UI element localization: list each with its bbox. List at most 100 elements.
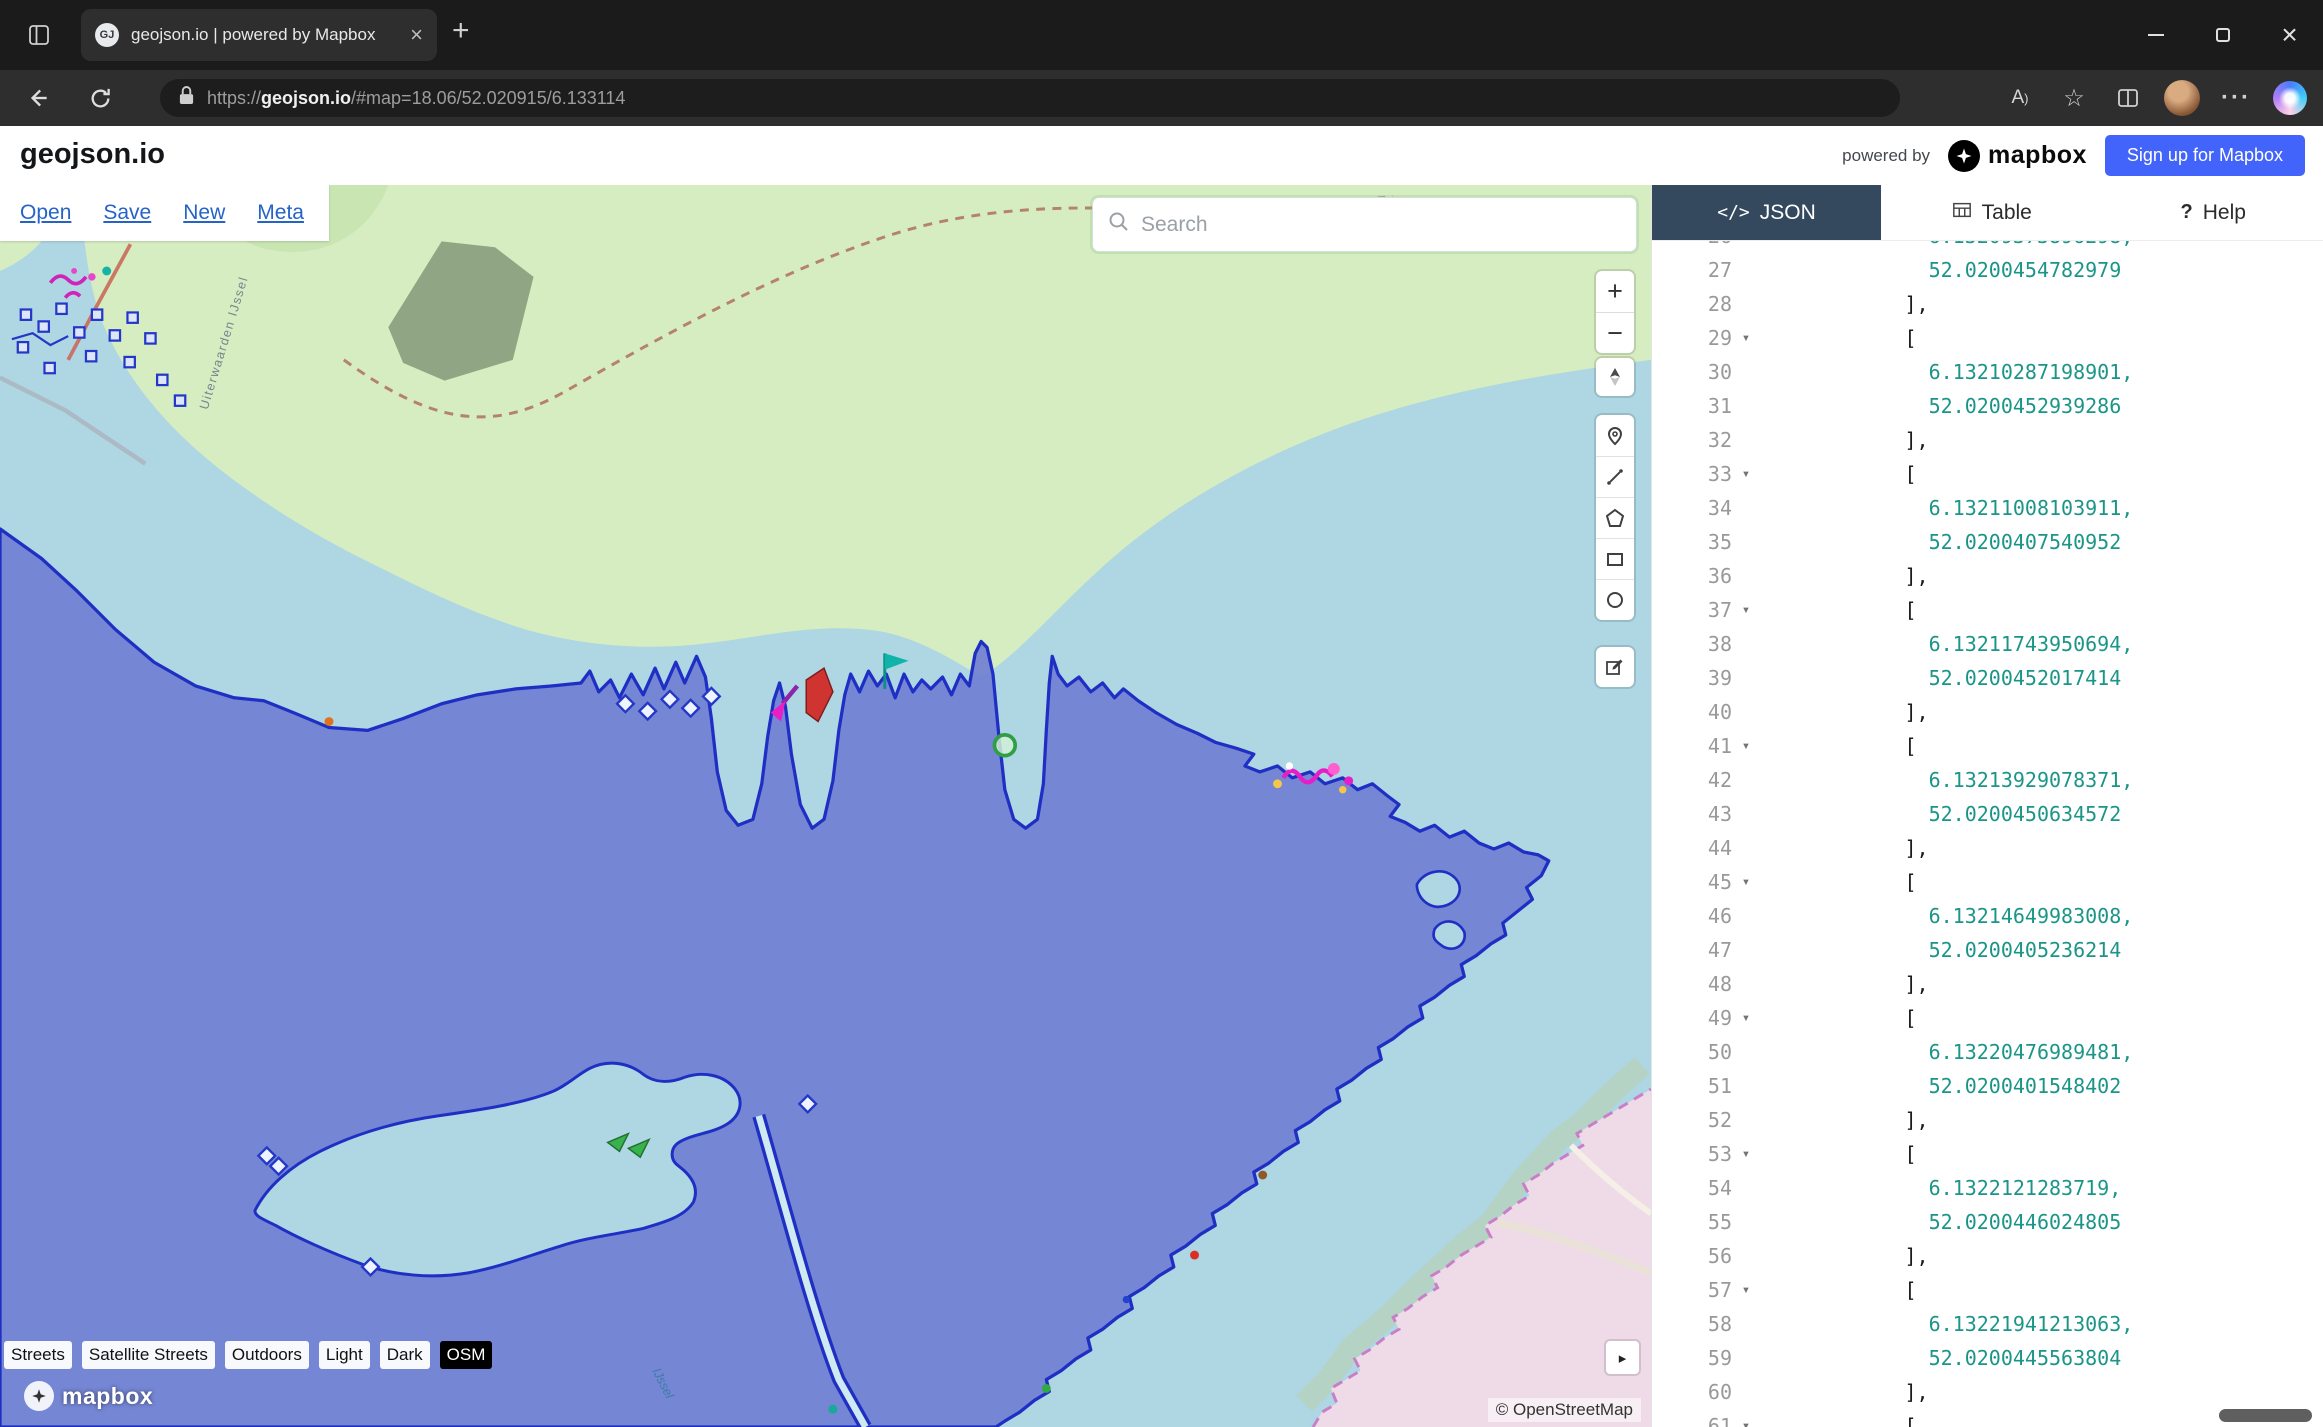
editor-line-60[interactable]: 60 ], [1652,1375,2323,1409]
draw-marker-button[interactable] [1596,415,1634,456]
feature-teal-dot[interactable] [102,267,111,276]
compass-button[interactable] [1596,358,1634,396]
editor-line-52[interactable]: 52 ], [1652,1103,2323,1137]
editor-line-47[interactable]: 47 52.0200405236214 [1652,933,2323,967]
editor-line-41[interactable]: 41▾ [ [1652,729,2323,763]
code-text[interactable]: [ [1760,321,1917,355]
code-text[interactable]: [ [1760,1273,1917,1307]
editor-line-36[interactable]: 36 ], [1652,559,2323,593]
code-text[interactable]: 6.13209373896298, [1760,241,2133,253]
code-text[interactable]: ], [1760,1375,1929,1409]
basemap-style-dark[interactable]: Dark [380,1341,430,1369]
code-text[interactable]: ], [1760,1103,1929,1137]
editor-line-35[interactable]: 35 52.0200407540952 [1652,525,2323,559]
editor-line-29[interactable]: 29▾ [ [1652,321,2323,355]
draw-line-button[interactable] [1596,456,1634,497]
search-input[interactable] [1141,213,1622,237]
basemap-style-outdoors[interactable]: Outdoors [225,1341,309,1369]
fold-arrow-icon[interactable]: ▾ [1732,457,1760,491]
refresh-button[interactable] [78,86,122,111]
split-screen-icon[interactable] [2105,86,2151,110]
map-mapbox-logo[interactable]: mapbox [24,1381,153,1411]
address-bar[interactable]: https://geojson.io/#map=18.06/52.020915/… [160,79,1900,117]
editor-line-51[interactable]: 51 52.0200401548402 [1652,1069,2323,1103]
editor-line-48[interactable]: 48 ], [1652,967,2323,1001]
editor-line-57[interactable]: 57▾ [ [1652,1273,2323,1307]
browser-menu-icon[interactable]: ··· [2213,84,2259,112]
code-text[interactable]: 6.13213929078371, [1760,763,2133,797]
draw-circle-button[interactable] [1596,579,1634,620]
code-text[interactable]: ], [1760,423,1929,457]
code-text[interactable]: 6.13211008103911, [1760,491,2133,525]
code-text[interactable]: 52.0200401548402 [1760,1069,2121,1103]
code-text[interactable]: [ [1760,1409,1917,1427]
editor-line-44[interactable]: 44 ], [1652,831,2323,865]
editor-line-30[interactable]: 30 6.13210287198901, [1652,355,2323,389]
code-text[interactable]: ], [1760,287,1929,321]
code-text[interactable]: 6.1322121283719, [1760,1171,2121,1205]
panel-collapse-button[interactable]: ▸ [1606,1341,1639,1374]
zoom-out-button[interactable]: − [1596,312,1634,353]
editor-line-45[interactable]: 45▾ [ [1652,865,2323,899]
editor-line-27[interactable]: 27 52.0200454782979 [1652,253,2323,287]
code-text[interactable]: ], [1760,1239,1929,1273]
save-button[interactable]: Save [103,201,151,225]
copilot-icon[interactable] [2267,81,2313,115]
code-text[interactable]: 52.0200446024805 [1760,1205,2121,1239]
browser-tab[interactable]: GJ geojson.io | powered by Mapbox × [81,9,437,61]
editor-line-56[interactable]: 56 ], [1652,1239,2323,1273]
code-text[interactable]: [ [1760,1001,1917,1035]
code-text[interactable]: 52.0200452017414 [1760,661,2121,695]
editor-line-49[interactable]: 49▾ [ [1652,1001,2323,1035]
tab-actions-icon[interactable] [24,20,54,50]
signup-mapbox-button[interactable]: Sign up for Mapbox [2105,135,2305,176]
tab-help[interactable]: ? Help [2103,185,2323,240]
read-aloud-button[interactable]: A) [1997,87,2043,109]
map-attribution[interactable]: © OpenStreetMap [1488,1398,1641,1422]
fold-arrow-icon[interactable]: ▾ [1732,1273,1760,1307]
code-text[interactable]: 6.13214649983008, [1760,899,2133,933]
minimize-button[interactable] [2122,0,2189,70]
editor-line-50[interactable]: 50 6.13220476989481, [1652,1035,2323,1069]
code-text[interactable]: 52.0200452939286 [1760,389,2121,423]
open-button[interactable]: Open [20,201,71,225]
code-text[interactable]: 52.0200445563804 [1760,1341,2121,1375]
editor-line-46[interactable]: 46 6.13214649983008, [1652,899,2323,933]
code-text[interactable]: ], [1760,831,1929,865]
fold-arrow-icon[interactable]: ▾ [1732,729,1760,763]
profile-avatar[interactable] [2159,80,2205,116]
fold-arrow-icon[interactable]: ▾ [1732,1409,1760,1427]
draw-rectangle-button[interactable] [1596,538,1634,579]
editor-scrollbar-thumb[interactable] [2219,1409,2312,1422]
code-text[interactable]: [ [1760,865,1917,899]
editor-line-26[interactable]: 26 6.13209373896298, [1652,241,2323,253]
code-text[interactable]: ], [1760,967,1929,1001]
edit-feature-button[interactable] [1596,647,1634,687]
new-tab-button[interactable]: + [452,14,470,48]
code-text[interactable]: [ [1760,593,1917,627]
fold-arrow-icon[interactable]: ▾ [1732,1137,1760,1171]
fold-arrow-icon[interactable]: ▾ [1732,865,1760,899]
mapbox-logo[interactable]: mapbox [1948,140,2087,172]
code-text[interactable]: [ [1760,729,1917,763]
code-text[interactable]: 6.13211743950694, [1760,627,2133,661]
editor-line-59[interactable]: 59 52.0200445563804 [1652,1341,2323,1375]
fold-arrow-icon[interactable]: ▾ [1732,1001,1760,1035]
code-text[interactable]: 6.13210287198901, [1760,355,2133,389]
tab-close-icon[interactable]: × [410,24,423,46]
code-text[interactable]: 52.0200405236214 [1760,933,2121,967]
code-text[interactable]: [ [1760,457,1917,491]
draw-polygon-button[interactable] [1596,497,1634,538]
editor-line-54[interactable]: 54 6.1322121283719, [1652,1171,2323,1205]
code-text[interactable]: 52.0200454782979 [1760,253,2121,287]
editor-line-32[interactable]: 32 ], [1652,423,2323,457]
maximize-button[interactable] [2189,0,2256,70]
fold-arrow-icon[interactable]: ▾ [1732,593,1760,627]
basemap-style-streets[interactable]: Streets [4,1341,72,1369]
basemap-style-osm[interactable]: OSM [440,1341,493,1369]
tab-table[interactable]: Table [1881,185,2103,240]
feature-green-circle[interactable] [994,735,1015,756]
basemap-style-light[interactable]: Light [319,1341,370,1369]
code-text[interactable]: 52.0200407540952 [1760,525,2121,559]
editor-line-40[interactable]: 40 ], [1652,695,2323,729]
